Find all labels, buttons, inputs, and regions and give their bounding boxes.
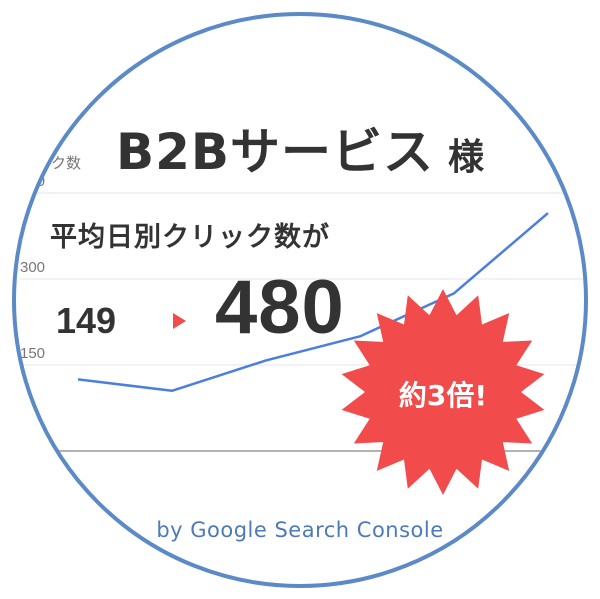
badge-graphic: ック数 450300150 — [12, 12, 588, 588]
badge-background — [14, 14, 586, 586]
y-axis-label: ック数 — [36, 154, 81, 172]
badge: ック数 450 300 150 B2Bサービス様 平均日別クリック数が 149 48… — [0, 0, 600, 599]
y-tick-label: 150 — [20, 345, 45, 362]
y-tick-label: 300 — [20, 259, 45, 276]
